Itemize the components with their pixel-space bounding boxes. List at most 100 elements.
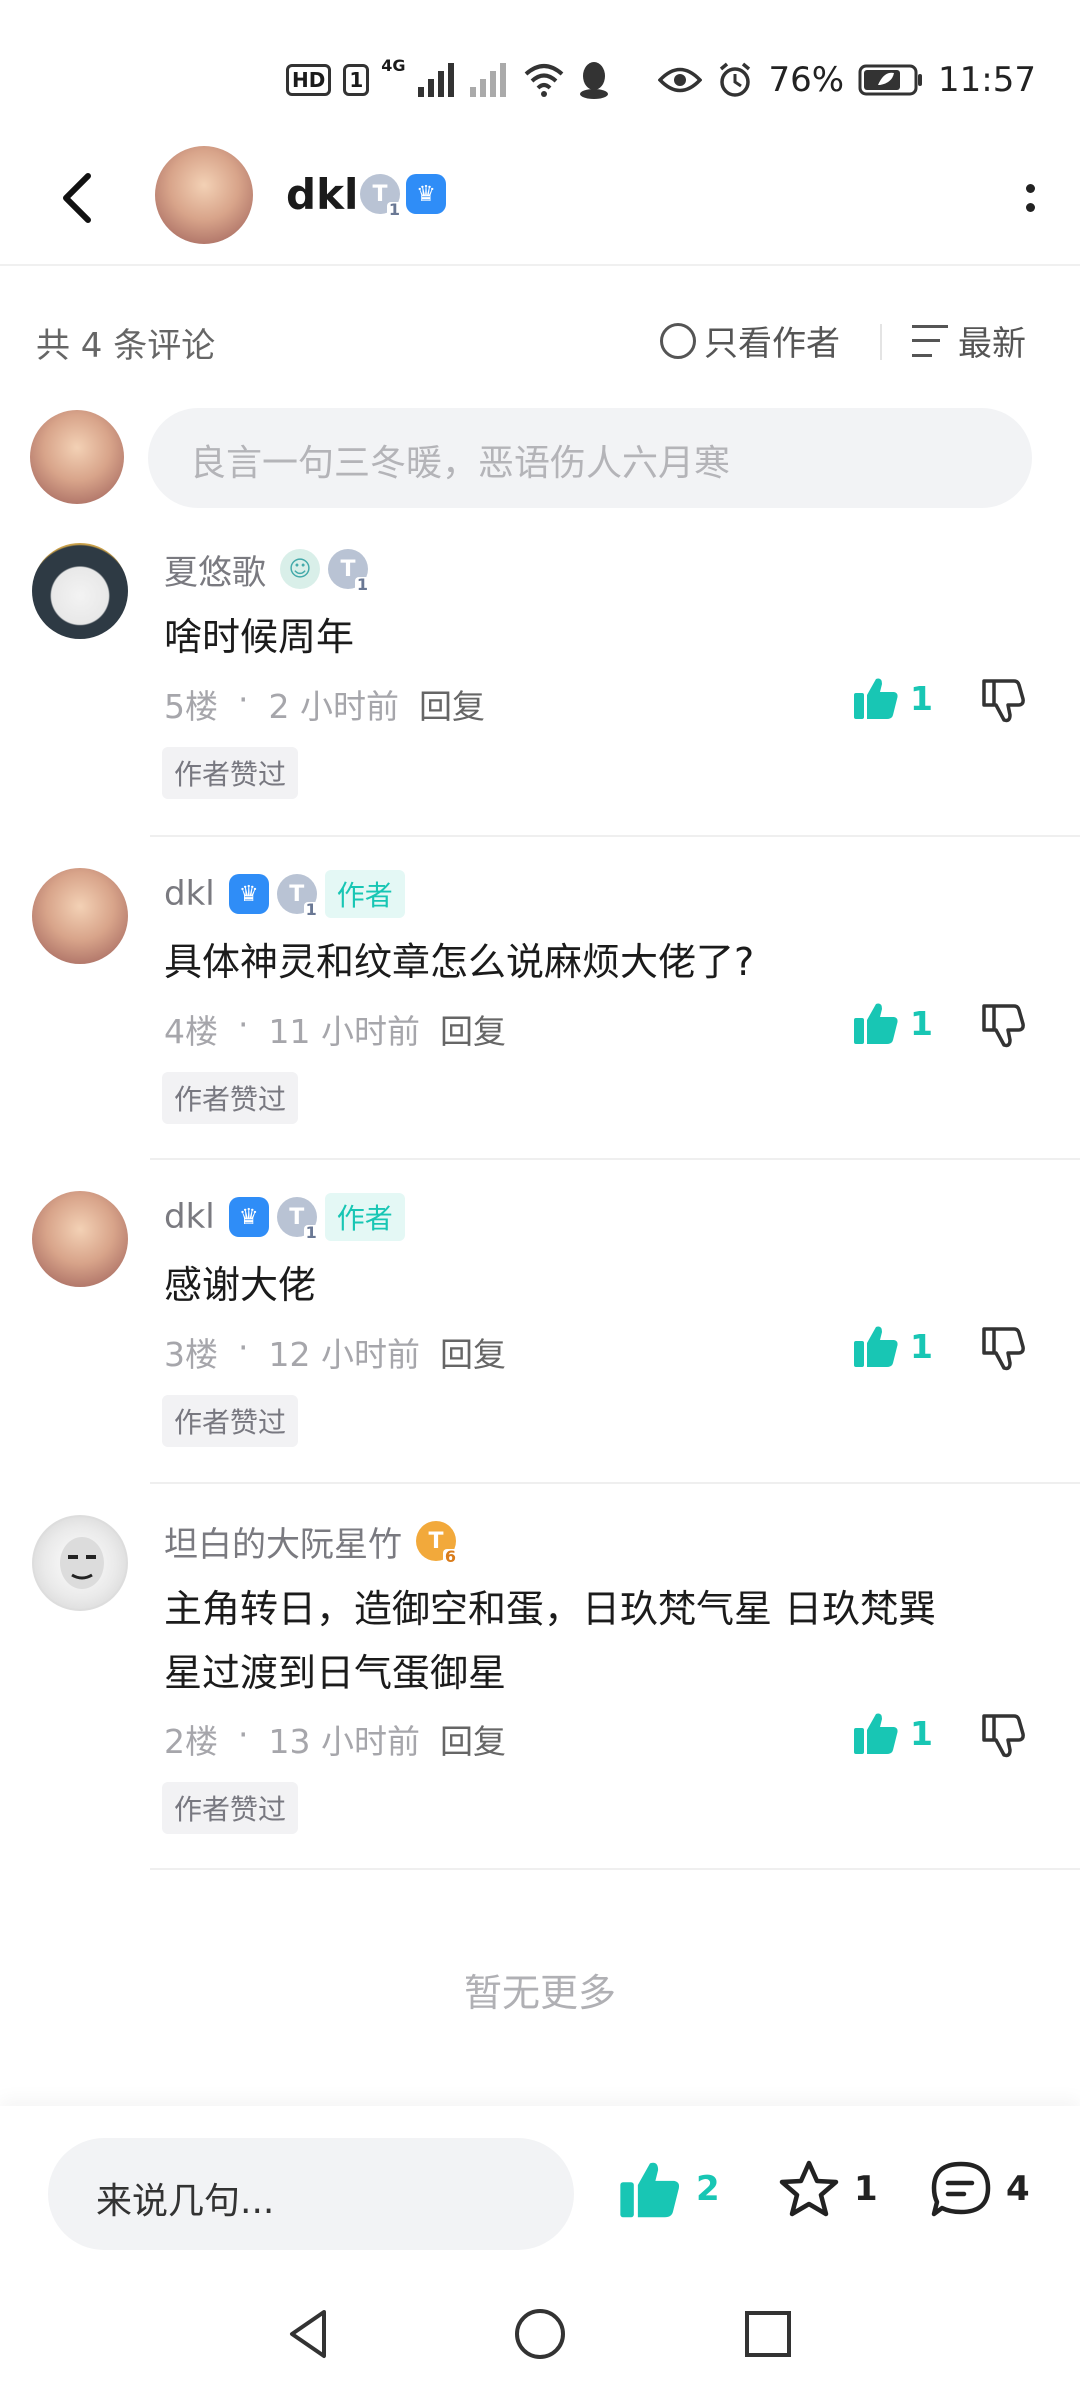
- thumbs-down-icon[interactable]: [978, 1000, 1028, 1050]
- like-button[interactable]: 1: [852, 1323, 933, 1369]
- comment-header: dkl ♛ T1 作者: [164, 868, 405, 920]
- sort-latest-button[interactable]: 最新: [912, 316, 1026, 365]
- comment-header: 坦白的大阮星竹 T6: [164, 1515, 458, 1567]
- meme-face-icon: [60, 1537, 104, 1589]
- author-liked-tag: 作者赞过: [162, 1395, 299, 1447]
- comment-header: 夏悠歌 ☺ T1: [164, 543, 370, 595]
- author-avatar[interactable]: [155, 146, 253, 244]
- comment-item: 夏悠歌 ☺ T1 啥时候周年 5楼 · 2 小时前 回复 1 作者赞过: [0, 535, 1080, 835]
- reply-button[interactable]: 回复: [440, 1715, 506, 1763]
- author-liked-tag: 作者赞过: [162, 747, 299, 799]
- comment-input[interactable]: 良言一句三冬暖，恶语伤人六月寒: [148, 408, 1032, 508]
- system-nav-bar: [0, 2266, 1080, 2400]
- reply-button[interactable]: 回复: [419, 680, 485, 728]
- comment-meta: 4楼 · 11 小时前 回复: [164, 1005, 506, 1053]
- my-avatar: [30, 410, 124, 504]
- post-like-button[interactable]: 2: [616, 2158, 720, 2220]
- comment-divider: [150, 1868, 1080, 1870]
- reply-button[interactable]: 回复: [440, 1328, 506, 1376]
- author-badges: T1 ♛: [360, 174, 446, 218]
- like-button[interactable]: 1: [852, 675, 933, 721]
- radio-circle-icon: [660, 322, 696, 359]
- commenter-name[interactable]: dkl: [164, 1197, 215, 1237]
- author-tag: 作者: [324, 870, 405, 918]
- trophy-badge-icon: ♛: [406, 174, 446, 214]
- comment-text: 主角转日，造御空和蛋，日玖梵气星 日玖梵巽 星过渡到日气蛋御星: [164, 1577, 1044, 1705]
- nav-recents-icon[interactable]: [738, 2304, 798, 2364]
- sort-icon: [912, 324, 948, 357]
- meta-dot: ·: [238, 1715, 249, 1754]
- commenter-name[interactable]: 夏悠歌: [164, 545, 266, 594]
- no-more-text: 暂无更多: [463, 1971, 616, 2015]
- reply-button[interactable]: 回复: [440, 1005, 506, 1053]
- nav-home-icon[interactable]: [510, 2304, 570, 2364]
- thumbs-down-icon[interactable]: [978, 1710, 1028, 1760]
- toolbar-divider: [880, 324, 882, 360]
- comment-text-line: 星过渡到日气蛋御星: [164, 1651, 507, 1695]
- comment-input-placeholder: 良言一句三冬暖，恶语伤人六月寒: [190, 443, 731, 484]
- meta-dot: ·: [238, 680, 249, 719]
- comment-time: 12 小时前: [268, 1335, 420, 1374]
- star-icon: [779, 2160, 839, 2217]
- comment-input-row: 良言一句三冬暖，恶语伤人六月寒: [0, 400, 1080, 510]
- wifi-icon: [524, 64, 563, 97]
- comment-time: 11 小时前: [268, 1012, 420, 1051]
- floor-number: 2楼: [164, 1722, 218, 1761]
- commenter-avatar[interactable]: [32, 868, 128, 964]
- comment-time: 2 小时前: [268, 687, 400, 726]
- thumbs-down-icon[interactable]: [978, 1323, 1028, 1373]
- thumbs-up-icon: [620, 2162, 680, 2218]
- clock: 11:57: [938, 60, 1036, 100]
- floor-number: 4楼: [164, 1012, 218, 1051]
- thumbs-up-icon: [854, 1326, 898, 1367]
- floor-number: 3楼: [164, 1335, 218, 1374]
- commenter-avatar[interactable]: [32, 543, 128, 639]
- signal-weak-icon: [469, 63, 510, 97]
- level-badge-icon: T1: [360, 174, 402, 218]
- comment-meta: 3楼 · 12 小时前 回复: [164, 1328, 506, 1376]
- like-button[interactable]: 1: [852, 1710, 933, 1756]
- level-badge-icon: T1: [276, 1197, 319, 1241]
- status-right: 76% 11:57: [658, 56, 1036, 104]
- like-button[interactable]: 1: [852, 1000, 933, 1046]
- comment-text-line: 主角转日，造御空和蛋，日玖梵气星 日玖梵巽: [164, 1587, 937, 1631]
- battery-percent: 76%: [768, 60, 845, 100]
- more-options-icon[interactable]: [1020, 176, 1040, 220]
- comment-item: dkl ♛ T1 作者 感谢大佬 3楼 · 12 小时前 回复 1 作者赞过: [0, 1183, 1080, 1483]
- back-arrow-icon[interactable]: [50, 166, 110, 230]
- trophy-badge-icon: ♛: [228, 1197, 269, 1237]
- commenter-avatar[interactable]: [32, 1515, 128, 1611]
- comment-header: dkl ♛ T1 作者: [164, 1191, 405, 1243]
- nav-back-icon[interactable]: [280, 2304, 340, 2364]
- comment-meta: 2楼 · 13 小时前 回复: [164, 1715, 506, 1763]
- floor-number: 5楼: [164, 687, 218, 726]
- author-liked-tag: 作者赞过: [162, 1072, 299, 1124]
- only-author-toggle[interactable]: 只看作者: [660, 316, 840, 365]
- sim-icon: 1: [343, 64, 370, 96]
- thumbs-up-icon: [854, 1003, 898, 1044]
- comment-text: 感谢大佬: [164, 1263, 317, 1307]
- comment-divider: [150, 1482, 1080, 1484]
- network-type: 4G: [381, 56, 406, 75]
- commenter-avatar[interactable]: [32, 1191, 128, 1287]
- thumbs-down-icon[interactable]: [978, 675, 1028, 725]
- comment-item: 坦白的大阮星竹 T6 主角转日，造御空和蛋，日玖梵气星 日玖梵巽 星过渡到日气蛋…: [0, 1507, 1080, 1867]
- favorite-count: 1: [854, 2169, 878, 2209]
- comments-button[interactable]: 4: [928, 2158, 1030, 2220]
- level-badge-icon: T6: [416, 1521, 458, 1565]
- say-something-input[interactable]: 来说几句...: [48, 2138, 574, 2250]
- commenter-name[interactable]: 坦白的大阮星竹: [164, 1517, 402, 1566]
- favorite-button[interactable]: 1: [776, 2158, 878, 2220]
- like-count: 1: [910, 678, 933, 718]
- comment-divider: [150, 1158, 1080, 1160]
- say-placeholder: 来说几句...: [96, 2181, 275, 2222]
- like-count: 1: [910, 1713, 933, 1753]
- eye-icon: [658, 67, 703, 93]
- comment-time: 13 小时前: [268, 1722, 420, 1761]
- author-name[interactable]: dkl: [286, 170, 358, 219]
- level-badge-icon: T1: [328, 549, 370, 593]
- bottom-action-bar: 来说几句... 2 1 4: [0, 2106, 1080, 2266]
- commenter-name[interactable]: dkl: [164, 874, 215, 914]
- comment-count-bottom: 4: [1006, 2169, 1030, 2209]
- thumbs-up-icon: [854, 1713, 898, 1754]
